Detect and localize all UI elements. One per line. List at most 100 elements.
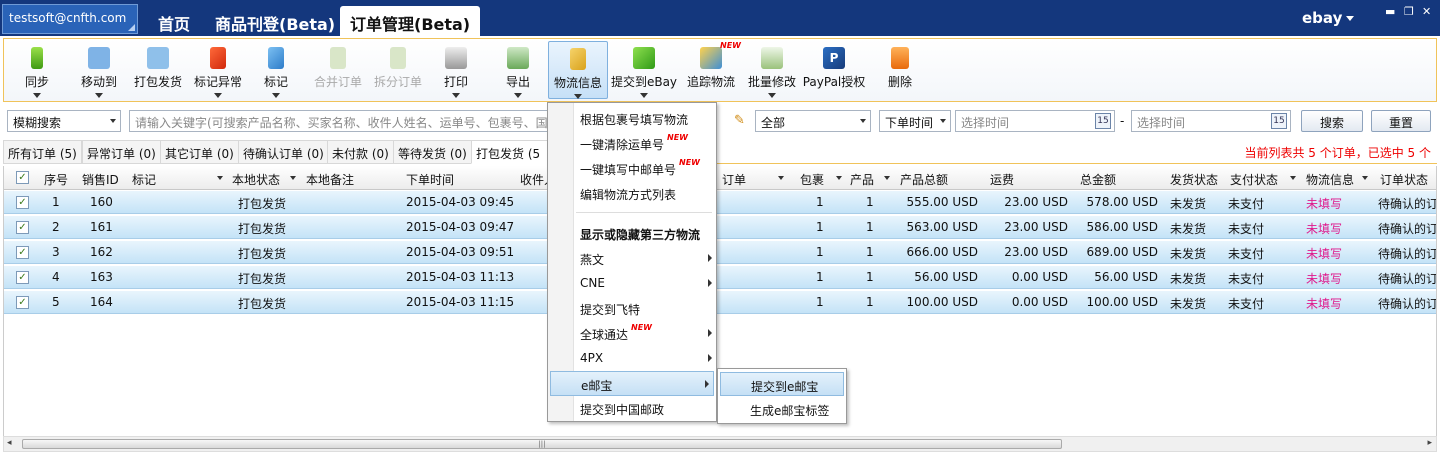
menu-clear-tracking[interactable]: 一键清除运单号 NEW	[548, 131, 716, 156]
tab-pack-ship[interactable]: 打包发货 (5	[471, 140, 549, 164]
filter-icon[interactable]	[217, 176, 223, 180]
filter-icon[interactable]	[1290, 176, 1296, 180]
col-local-note[interactable]: 本地备注	[306, 171, 354, 188]
platform-selector[interactable]: ebay	[1302, 9, 1342, 27]
reset-button[interactable]: 重置	[1371, 110, 1431, 132]
chevron-down-icon[interactable]	[640, 93, 648, 98]
restore-icon[interactable]: ❐	[1404, 5, 1414, 18]
cell-logistics-info[interactable]: 未填写	[1306, 245, 1342, 262]
minimize-icon[interactable]: ▬	[1385, 5, 1395, 18]
menu-global-express[interactable]: 全球通达 NEW	[548, 321, 716, 346]
cell-logistics-info[interactable]: 未填写	[1306, 295, 1342, 312]
col-shipping[interactable]: 运费	[990, 171, 1014, 188]
tab-exception-orders[interactable]: 异常订单 (0)	[82, 140, 161, 164]
menu-eyoubao[interactable]: e邮宝	[550, 371, 714, 396]
col-mark[interactable]: 标记	[132, 171, 156, 188]
tab-pending-confirm[interactable]: 待确认订单 (0)	[238, 140, 329, 164]
delete-button[interactable]: 删除	[880, 41, 920, 99]
chevron-down-icon[interactable]	[452, 93, 460, 98]
merge-order-button[interactable]: 合并订单	[310, 41, 366, 99]
chevron-down-icon[interactable]	[272, 93, 280, 98]
paypal-auth-button[interactable]: P PayPal授权	[802, 41, 866, 99]
chevron-down-icon[interactable]	[574, 94, 582, 99]
pack-ship-button[interactable]: 打包发货	[130, 41, 186, 99]
table-row[interactable]: ✓ 3 162 打包发货 2015-04-03 09:51 1 1 666.00…	[4, 241, 1436, 264]
calendar-icon[interactable]: 15	[1271, 113, 1287, 129]
tab-all-orders[interactable]: 所有订单 (5)	[3, 140, 82, 164]
col-logistics-info[interactable]: 物流信息	[1306, 171, 1354, 188]
move-to-button[interactable]: 移动到	[74, 41, 124, 99]
menu-fill-china-post[interactable]: 一键填写中邮单号 NEW	[548, 156, 716, 181]
row-checkbox[interactable]: ✓	[16, 271, 29, 284]
account-selector[interactable]: testsoft@cnfth.com	[2, 4, 138, 34]
row-checkbox[interactable]: ✓	[16, 296, 29, 309]
sync-button[interactable]: 同步	[12, 41, 62, 99]
table-row[interactable]: ✓ 5 164 打包发货 2015-04-03 11:15 1 1 100.00…	[4, 291, 1436, 314]
scroll-left-icon[interactable]: ◂	[7, 438, 12, 448]
submit-ebay-button[interactable]: 提交到eBay	[610, 41, 678, 99]
pencil-icon[interactable]: ✎	[734, 113, 745, 128]
tab-awaiting-shipment[interactable]: 等待发货 (0)	[393, 140, 472, 164]
col-package[interactable]: 包裹	[800, 171, 824, 188]
search-button[interactable]: 搜索	[1301, 110, 1363, 132]
tab-other-orders[interactable]: 其它订单 (0)	[160, 140, 239, 164]
menu-toggle-third-party[interactable]: 显示或隐藏第三方物流	[548, 221, 716, 246]
col-seq[interactable]: 序号	[44, 171, 68, 188]
scrollbar-thumb[interactable]: |||	[22, 439, 1062, 449]
calendar-icon[interactable]: 15	[1095, 113, 1111, 129]
mark-exception-button[interactable]: 标记异常	[190, 41, 246, 99]
menu-fill-by-package[interactable]: 根据包裹号填写物流	[548, 106, 716, 131]
chevron-down-icon[interactable]	[214, 93, 222, 98]
batch-modify-button[interactable]: 批量修改	[744, 41, 800, 99]
tab-home[interactable]: 首页	[148, 6, 200, 36]
row-checkbox[interactable]: ✓	[16, 221, 29, 234]
col-order-time[interactable]: 下单时间	[406, 171, 454, 188]
print-button[interactable]: 打印	[434, 41, 478, 99]
submenu-generate-label[interactable]: 生成e邮宝标签	[718, 397, 846, 421]
start-time-input[interactable]: 选择时间 15	[955, 110, 1115, 132]
chevron-down-icon[interactable]	[1346, 16, 1354, 21]
chevron-down-icon[interactable]	[514, 93, 522, 98]
col-product[interactable]: 产品	[850, 171, 874, 188]
keyword-input[interactable]: 请输入关键字(可搜索产品名称、买家名称、收件人姓名、运单号、包裹号、国	[129, 110, 549, 132]
menu-cne[interactable]: CNE	[548, 271, 716, 296]
col-local-status[interactable]: 本地状态	[232, 171, 280, 188]
filter-icon[interactable]	[836, 176, 842, 180]
tab-order-management[interactable]: 订单管理(Beta)	[340, 6, 481, 36]
close-icon[interactable]: ✕	[1422, 5, 1431, 18]
filter-icon[interactable]	[884, 176, 890, 180]
cell-logistics-info[interactable]: 未填写	[1306, 195, 1342, 212]
chevron-down-icon[interactable]	[95, 93, 103, 98]
filter-icon[interactable]	[778, 176, 784, 180]
time-field-select[interactable]: 下单时间	[879, 110, 951, 132]
menu-edit-logistics-list[interactable]: 编辑物流方式列表	[548, 181, 716, 206]
cell-logistics-info[interactable]: 未填写	[1306, 220, 1342, 237]
menu-yanwen[interactable]: 燕文	[548, 246, 716, 271]
menu-submit-feite[interactable]: 提交到飞特	[548, 296, 716, 321]
col-sale-id[interactable]: 销售ID	[82, 171, 119, 188]
menu-submit-china-post[interactable]: 提交到中国邮政	[548, 396, 716, 421]
scroll-right-icon[interactable]: ▸	[1427, 438, 1432, 448]
tab-unpaid[interactable]: 未付款 (0)	[327, 140, 394, 164]
table-row[interactable]: ✓ 1 160 打包发货 2015-04-03 09:45 1 1 555.00…	[4, 191, 1436, 214]
col-ship-status[interactable]: 发货状态	[1170, 171, 1218, 188]
row-checkbox[interactable]: ✓	[16, 246, 29, 259]
filter-icon[interactable]	[290, 176, 296, 180]
select-all-checkbox[interactable]: ✓	[16, 171, 29, 184]
filter-icon[interactable]	[1362, 176, 1368, 180]
tab-listing[interactable]: 商品刊登(Beta)	[205, 6, 345, 36]
row-checkbox[interactable]: ✓	[16, 196, 29, 209]
chevron-down-icon[interactable]	[768, 93, 776, 98]
chevron-down-icon[interactable]	[33, 93, 41, 98]
col-pay-status[interactable]: 支付状态	[1230, 171, 1278, 188]
table-row[interactable]: ✓ 4 163 打包发货 2015-04-03 11:13 1 1 56.00 …	[4, 266, 1436, 289]
end-time-input[interactable]: 选择时间 15	[1131, 110, 1291, 132]
menu-4px[interactable]: 4PX	[548, 346, 716, 371]
mark-button[interactable]: 标记	[254, 41, 298, 99]
search-mode-select[interactable]: 模糊搜索	[7, 110, 121, 132]
split-order-button[interactable]: 拆分订单	[370, 41, 426, 99]
submenu-submit-eyoubao[interactable]: 提交到e邮宝	[720, 372, 844, 396]
col-order[interactable]: 订单	[722, 171, 746, 188]
logistics-info-button[interactable]: 物流信息	[548, 41, 608, 99]
col-total[interactable]: 总金额	[1080, 171, 1116, 188]
